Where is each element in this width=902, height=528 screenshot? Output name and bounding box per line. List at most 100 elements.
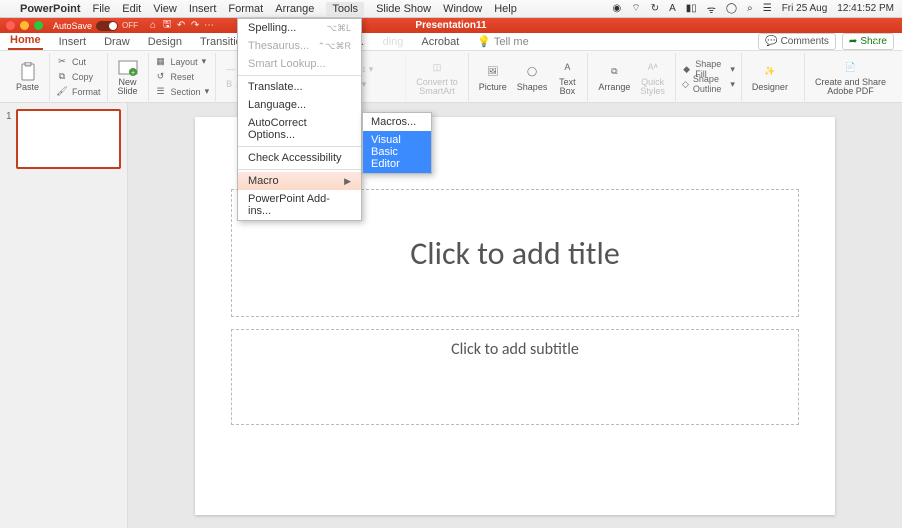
menu-tools[interactable]: Tools [326,2,364,16]
menu-window[interactable]: Window [443,3,482,15]
menubar-date[interactable]: Fri 25 Aug [782,3,828,14]
mac-menubar: PowerPoint File Edit View Insert Format … [0,0,902,18]
menu-file[interactable]: File [93,3,111,15]
menu-help[interactable]: Help [494,3,517,15]
macro-vbe[interactable]: Visual Basic Editor [363,131,431,173]
subtitle-placeholder[interactable]: Click to add subtitle [231,329,799,425]
reset-button[interactable]: ↺Reset [155,70,195,84]
control-center-icon[interactable]: ☰ [763,3,772,14]
sync-icon[interactable]: ↥ [872,38,881,51]
battery-icon[interactable]: ▮▯ [686,3,697,14]
outline-icon: ◇ [682,78,689,90]
shapes-icon: ◯ [522,62,542,82]
refresh-icon[interactable]: ↻ [651,3,659,14]
menubar-time[interactable]: 12:41:52 PM [837,3,894,14]
menu-format[interactable]: Format [228,3,263,15]
tools-menu-dropdown: Spelling...⌥⌘L Thesaurus...⌃⌥⌘R Smart Lo… [237,18,362,221]
keyboard-icon[interactable]: A [669,3,676,14]
tools-thesaurus: Thesaurus...⌃⌥⌘R [238,37,361,55]
home-icon[interactable]: ⌂ [146,19,160,33]
minimize-window-button[interactable] [20,21,29,30]
textbox-icon: A [557,57,577,77]
arrange-button[interactable]: ⧉Arrange [594,60,634,94]
comments-button[interactable]: 💬 Comments [758,33,836,50]
undo-icon[interactable]: ↶ [174,19,188,33]
more-icon[interactable]: ⋯ [202,19,216,33]
menu-arrange[interactable]: Arrange [275,3,314,15]
cut-button[interactable]: ✂Cut [56,55,86,69]
tools-accessibility[interactable]: Check Accessibility [238,149,361,167]
section-button[interactable]: ☰Section ▾ [155,85,210,99]
autosave-label: AutoSave [53,21,92,31]
picture-icon: 🖼 [483,62,503,82]
workspace: 1 Click to add title Click to add subtit… [0,103,902,528]
designer-button[interactable]: ✨Designer [748,60,792,94]
tell-me[interactable]: 💡 Tell me [475,33,530,50]
styles-icon: Aᴬ [643,57,663,77]
tab-home[interactable]: Home [8,32,43,50]
autosave-off-label: OFF [122,21,138,30]
new-slide-icon: + [118,57,138,77]
search-icon[interactable]: ⌕ [747,3,753,14]
shape-outline-button[interactable]: ◇Shape Outline ▾ [682,77,735,91]
clipboard-icon [18,62,38,82]
slide-thumbnail[interactable]: 1 [6,109,121,169]
tools-translate[interactable]: Translate... [238,78,361,96]
tab-insert[interactable]: Insert [57,34,89,50]
convert-smartart-button[interactable]: ◫ Convert to SmartArt [412,55,462,98]
tab-recording[interactable]: ding [381,34,406,50]
tab-design[interactable]: Design [146,34,184,50]
picture-button[interactable]: 🖼Picture [475,60,511,94]
autosave-toggle[interactable] [96,21,118,31]
macro-macros[interactable]: Macros... [363,113,431,131]
new-slide-button[interactable]: + New Slide [114,55,142,98]
designer-icon: ✨ [760,62,780,82]
tools-addins[interactable]: PowerPoint Add-ins... [238,190,361,220]
ribbon-tabs: Home Insert Draw Design Transitions Anim… [0,33,902,51]
bluetooth-icon[interactable]: ⌔ [631,2,640,15]
svg-text:+: + [130,70,134,76]
save-icon[interactable]: 🖫 [160,19,174,33]
tab-acrobat[interactable]: Acrobat [419,34,461,50]
menu-edit[interactable]: Edit [122,3,141,15]
textbox-button[interactable]: AText Box [553,55,581,98]
ribbon-toggle-icon[interactable]: ⌄ [887,38,896,51]
tools-autocorrect[interactable]: AutoCorrect Options... [238,114,361,144]
reset-icon: ↺ [155,71,167,83]
menu-view[interactable]: View [153,3,177,15]
macro-submenu: Macros... Visual Basic Editor [362,112,432,174]
thumbnail-preview[interactable] [16,109,121,169]
scissors-icon: ✂ [56,56,68,68]
slide-number: 1 [6,111,12,169]
shapes-button[interactable]: ◯Shapes [513,60,552,94]
tools-macro[interactable]: Macro▶ [238,172,361,190]
section-icon: ☰ [155,86,167,98]
fill-icon: ◆ [682,63,691,75]
tooltip-icon[interactable]: ◉ [613,3,622,14]
quickstyles-button[interactable]: AᴬQuick Styles [636,55,669,98]
tools-language[interactable]: Language... [238,96,361,114]
tools-spelling[interactable]: Spelling...⌥⌘L [238,19,361,37]
adobe-pdf-button[interactable]: 📄Create and Share Adobe PDF [811,55,890,98]
ribbon: Paste ✂Cut ⧉Copy 🖌Format + New Slide ▦La… [0,51,902,103]
layout-button[interactable]: ▦Layout ▾ [155,55,207,69]
close-window-button[interactable] [6,21,15,30]
slide-thumbnails-panel[interactable]: 1 [0,103,128,528]
document-title: Presentation11 [415,20,486,31]
paste-button[interactable]: Paste [12,60,43,94]
app-menu[interactable]: PowerPoint [20,3,81,15]
copy-button[interactable]: ⧉Copy [56,70,93,84]
format-painter-button[interactable]: 🖌Format [56,85,101,99]
arrange-icon: ⧉ [604,62,624,82]
layout-icon: ▦ [155,56,167,68]
menu-insert[interactable]: Insert [189,3,217,15]
tools-smartlookup: Smart Lookup... [238,55,361,73]
tab-draw[interactable]: Draw [102,34,132,50]
wifi-icon[interactable]: ᯤ [707,2,716,16]
redo-icon[interactable]: ↷ [188,19,202,33]
user-icon[interactable]: ◯ [726,3,737,14]
menu-slideshow[interactable]: Slide Show [376,3,431,15]
copy-icon: ⧉ [56,71,68,83]
brush-icon: 🖌 [56,86,68,98]
maximize-window-button[interactable] [34,21,43,30]
